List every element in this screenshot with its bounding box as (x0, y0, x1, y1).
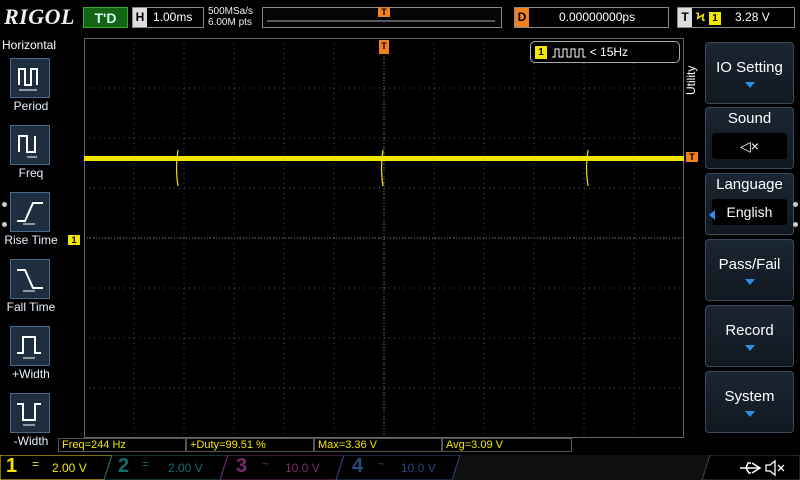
language-label: Language (716, 176, 783, 193)
sample-rate: 500MSa/s (208, 6, 254, 17)
chevron-down-icon (744, 279, 755, 285)
freq-icon (18, 135, 37, 158)
channel3-coupling-icon: ~ (262, 457, 270, 471)
sound-button[interactable]: Sound ◁× (705, 107, 794, 169)
timebase-value: 1.00ms (153, 10, 193, 24)
trigger-tag: T (678, 8, 692, 27)
knob-indicator-dot (2, 222, 7, 227)
period-button[interactable] (10, 58, 50, 98)
minus-width-icon (17, 403, 41, 426)
chevron-down-icon (744, 411, 755, 417)
counter-channel-badge: 1 (535, 46, 547, 60)
timebase-tag: H (133, 8, 147, 27)
rising-edge-icon: Ϟ (696, 10, 706, 24)
channel1-offset-marker[interactable]: 1 (68, 235, 80, 245)
graticule (84, 38, 684, 438)
chevron-down-icon (744, 82, 755, 88)
channel2-number: 2 (118, 455, 130, 477)
minus-width-label: -Width (13, 434, 49, 448)
left-menu-title: Horizontal (2, 38, 57, 52)
fall-time-icon (17, 269, 43, 292)
trace-glitch (585, 149, 589, 187)
channel1-tab[interactable]: 1 = 2.00 V (0, 455, 110, 480)
channel3-scale: 10.0 V (285, 461, 320, 475)
frequency-counter: 1 < 15Hz (530, 41, 680, 63)
channel4-coupling-icon: ~ (378, 457, 386, 471)
timebase-readout[interactable]: H 1.00ms (132, 7, 204, 28)
plus-width-button[interactable] (10, 326, 50, 366)
measurement-avg: Avg=3.09 V (442, 438, 572, 452)
language-button[interactable]: Language English (705, 173, 794, 235)
memory-depth: 6.00M pts (208, 17, 252, 28)
period-icon (18, 68, 38, 91)
channel3-number: 3 (236, 455, 248, 477)
knob-indicator-dot (793, 202, 798, 207)
plus-width-icon (17, 336, 41, 359)
chevron-down-icon (744, 345, 755, 351)
trigger-readout[interactable]: T Ϟ 1 3.28 V (677, 7, 795, 28)
channel4-tab[interactable]: 4 ~ 10.0 V (344, 455, 454, 480)
language-value: English (712, 199, 787, 225)
plus-width-label: +Width (12, 367, 50, 381)
system-label: System (724, 388, 775, 405)
freq-label: Freq (18, 166, 44, 180)
channel4-scale: 10.0 V (401, 461, 436, 475)
measurement-duty: +Duty=99.51 % (186, 438, 314, 452)
right-menu-title: Utility (684, 65, 698, 95)
measurement-max: Max=3.36 V (314, 438, 442, 452)
system-button[interactable]: System (705, 371, 794, 433)
speaker-muted-icon: ◁× (712, 133, 787, 159)
trace-glitch (380, 149, 384, 187)
delay-value: 0.00000000ps (559, 10, 636, 24)
channel1-scale: 2.00 V (52, 461, 87, 475)
usb-icon (740, 462, 762, 474)
minus-width-button[interactable] (10, 393, 50, 433)
channel3-tab[interactable]: 3 ~ 10.0 V (228, 455, 338, 480)
pass-fail-label: Pass/Fail (718, 256, 781, 273)
rigol-logo: RIGOL (4, 4, 75, 29)
rise-time-button[interactable] (10, 192, 50, 232)
acquisition-info: 500MSa/s 6.00M pts (208, 6, 253, 28)
trigger-source-badge: 1 (709, 12, 722, 25)
trace-glitch (175, 149, 179, 187)
waveform-display[interactable] (84, 38, 684, 438)
rise-time-icon (17, 202, 43, 225)
channel1-coupling-icon: = (32, 457, 40, 471)
pulse-train-icon (552, 48, 587, 58)
speaker-muted-icon (765, 459, 785, 477)
counter-value: < 15Hz (589, 45, 629, 59)
io-setting-label: IO Setting (716, 59, 783, 76)
delay-readout[interactable]: D 0.00000000ps (514, 7, 669, 28)
channel4-number: 4 (352, 455, 364, 477)
sound-label: Sound (727, 110, 772, 127)
trigger-position-arrow[interactable]: T (379, 40, 389, 54)
channel2-coupling-icon: = (142, 457, 150, 471)
knob-indicator-dot (2, 202, 7, 207)
delay-tag: D (515, 8, 529, 27)
period-label: Period (13, 99, 49, 113)
trigger-level-value: 3.28 V (735, 10, 770, 24)
measurement-freq: Freq=244 Hz (58, 438, 186, 452)
trigger-status-badge: T'D (83, 7, 128, 28)
fall-time-button[interactable] (10, 259, 50, 299)
channel1-number: 1 (6, 455, 18, 477)
channel2-scale: 2.00 V (168, 461, 203, 475)
chevron-left-icon (709, 210, 715, 220)
io-setting-button[interactable]: IO Setting (705, 42, 794, 104)
channel2-tab[interactable]: 2 = 2.00 V (112, 455, 222, 480)
freq-button[interactable] (10, 125, 50, 165)
trace-high-level (84, 156, 684, 161)
record-button[interactable]: Record (705, 305, 794, 367)
rise-time-label: Rise Time (4, 233, 58, 247)
knob-indicator-dot (793, 222, 798, 227)
record-label: Record (725, 322, 774, 339)
pass-fail-button[interactable]: Pass/Fail (705, 239, 794, 301)
trigger-position-marker: T (378, 7, 390, 17)
trigger-level-marker[interactable]: T (686, 152, 698, 162)
fall-time-label: Fall Time (6, 300, 56, 314)
